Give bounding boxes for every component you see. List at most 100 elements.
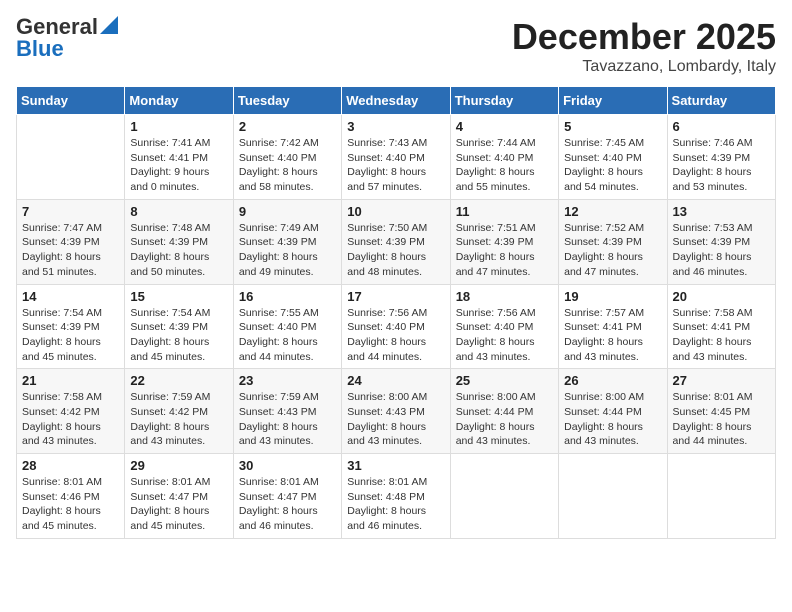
sunrise-text: Sunrise: 7:59 AM — [239, 391, 319, 403]
day-info: Sunrise: 7:50 AMSunset: 4:39 PMDaylight:… — [347, 221, 444, 280]
month-title: December 2025 — [512, 16, 776, 58]
weekday-header-sunday: Sunday — [17, 87, 125, 115]
sunrise-text: Sunrise: 8:01 AM — [130, 476, 210, 488]
calendar-cell: 21Sunrise: 7:58 AMSunset: 4:42 PMDayligh… — [17, 369, 125, 454]
sunset-text: Sunset: 4:39 PM — [130, 236, 208, 248]
sunset-text: Sunset: 4:42 PM — [22, 406, 100, 418]
weekday-header-thursday: Thursday — [450, 87, 558, 115]
daylight-hours-text: Daylight: 8 hours — [564, 421, 643, 433]
daylight-minutes-text: and 43 minutes. — [347, 435, 422, 447]
day-number: 3 — [347, 119, 444, 134]
day-info: Sunrise: 7:41 AMSunset: 4:41 PMDaylight:… — [130, 136, 227, 195]
day-info: Sunrise: 7:45 AMSunset: 4:40 PMDaylight:… — [564, 136, 661, 195]
sunset-text: Sunset: 4:39 PM — [130, 321, 208, 333]
location-title: Tavazzano, Lombardy, Italy — [512, 58, 776, 76]
daylight-hours-text: Daylight: 8 hours — [239, 166, 318, 178]
day-number: 2 — [239, 119, 336, 134]
sunset-text: Sunset: 4:44 PM — [564, 406, 642, 418]
sunrise-text: Sunrise: 7:58 AM — [22, 391, 102, 403]
sunset-text: Sunset: 4:42 PM — [130, 406, 208, 418]
day-number: 17 — [347, 289, 444, 304]
day-info: Sunrise: 8:01 AMSunset: 4:47 PMDaylight:… — [239, 475, 336, 534]
sunrise-text: Sunrise: 7:46 AM — [673, 137, 753, 149]
day-info: Sunrise: 7:53 AMSunset: 4:39 PMDaylight:… — [673, 221, 770, 280]
logo-general: General — [16, 16, 98, 38]
daylight-minutes-text: and 0 minutes. — [130, 181, 199, 193]
day-number: 5 — [564, 119, 661, 134]
sunset-text: Sunset: 4:43 PM — [239, 406, 317, 418]
sunrise-text: Sunrise: 7:56 AM — [456, 307, 536, 319]
daylight-hours-text: Daylight: 8 hours — [673, 421, 752, 433]
calendar-cell: 30Sunrise: 8:01 AMSunset: 4:47 PMDayligh… — [233, 454, 341, 539]
day-number: 19 — [564, 289, 661, 304]
calendar-cell: 5 Sunrise: 7:45 AMSunset: 4:40 PMDaylight… — [559, 115, 667, 200]
daylight-hours-text: Daylight: 8 hours — [456, 251, 535, 263]
daylight-hours-text: Daylight: 8 hours — [673, 166, 752, 178]
daylight-hours-text: Daylight: 8 hours — [239, 251, 318, 263]
daylight-minutes-text: and 55 minutes. — [456, 181, 531, 193]
sunrise-text: Sunrise: 7:45 AM — [564, 137, 644, 149]
day-number: 28 — [22, 458, 119, 473]
logo-icon — [100, 16, 118, 34]
calendar-cell — [667, 454, 775, 539]
sunrise-text: Sunrise: 7:43 AM — [347, 137, 427, 149]
day-info: Sunrise: 7:47 AMSunset: 4:39 PMDaylight:… — [22, 221, 119, 280]
page-header: General Blue December 2025 Tavazzano, Lo… — [16, 16, 776, 76]
daylight-minutes-text: and 43 minutes. — [673, 351, 748, 363]
day-number: 27 — [673, 373, 770, 388]
sunset-text: Sunset: 4:41 PM — [130, 152, 208, 164]
day-number: 10 — [347, 204, 444, 219]
sunset-text: Sunset: 4:40 PM — [456, 152, 534, 164]
calendar-table: SundayMondayTuesdayWednesdayThursdayFrid… — [16, 86, 776, 539]
daylight-hours-text: Daylight: 8 hours — [22, 336, 101, 348]
weekday-header-monday: Monday — [125, 87, 233, 115]
logo-blue: Blue — [16, 38, 64, 60]
sunrise-text: Sunrise: 7:57 AM — [564, 307, 644, 319]
day-info: Sunrise: 7:51 AMSunset: 4:39 PMDaylight:… — [456, 221, 553, 280]
daylight-hours-text: Daylight: 8 hours — [22, 251, 101, 263]
sunset-text: Sunset: 4:47 PM — [130, 491, 208, 503]
daylight-hours-text: Daylight: 8 hours — [456, 336, 535, 348]
daylight-minutes-text: and 48 minutes. — [347, 266, 422, 278]
day-number: 13 — [673, 204, 770, 219]
calendar-cell: 26 Sunrise: 8:00 AMSunset: 4:44 PMDayligh… — [559, 369, 667, 454]
daylight-minutes-text: and 47 minutes. — [564, 266, 639, 278]
calendar-week-row: 14Sunrise: 7:54 AMSunset: 4:39 PMDayligh… — [17, 284, 776, 369]
day-number: 7 — [22, 204, 119, 219]
daylight-hours-text: Daylight: 8 hours — [130, 421, 209, 433]
day-number: 26 — [564, 373, 661, 388]
calendar-cell: 28Sunrise: 8:01 AMSunset: 4:46 PMDayligh… — [17, 454, 125, 539]
calendar-cell: 19Sunrise: 7:57 AMSunset: 4:41 PMDayligh… — [559, 284, 667, 369]
day-number: 12 — [564, 204, 661, 219]
daylight-hours-text: Daylight: 8 hours — [673, 251, 752, 263]
day-info: Sunrise: 8:00 AMSunset: 4:44 PMDaylight:… — [456, 390, 553, 449]
day-number: 20 — [673, 289, 770, 304]
sunset-text: Sunset: 4:40 PM — [347, 152, 425, 164]
daylight-hours-text: Daylight: 8 hours — [22, 421, 101, 433]
daylight-hours-text: Daylight: 8 hours — [564, 166, 643, 178]
daylight-hours-text: Daylight: 8 hours — [564, 336, 643, 348]
day-info: Sunrise: 7:59 AMSunset: 4:42 PMDaylight:… — [130, 390, 227, 449]
calendar-cell: 24Sunrise: 8:00 AMSunset: 4:43 PMDayligh… — [342, 369, 450, 454]
daylight-minutes-text: and 43 minutes. — [564, 351, 639, 363]
sunrise-text: Sunrise: 7:54 AM — [22, 307, 102, 319]
sunrise-text: Sunrise: 7:42 AM — [239, 137, 319, 149]
calendar-cell — [559, 454, 667, 539]
daylight-hours-text: Daylight: 8 hours — [347, 421, 426, 433]
daylight-minutes-text: and 53 minutes. — [673, 181, 748, 193]
day-info: Sunrise: 8:00 AMSunset: 4:43 PMDaylight:… — [347, 390, 444, 449]
day-info: Sunrise: 8:00 AMSunset: 4:44 PMDaylight:… — [564, 390, 661, 449]
calendar-cell: 3Sunrise: 7:43 AMSunset: 4:40 PMDaylight… — [342, 115, 450, 200]
sunrise-text: Sunrise: 7:50 AM — [347, 222, 427, 234]
calendar-cell: 15Sunrise: 7:54 AMSunset: 4:39 PMDayligh… — [125, 284, 233, 369]
daylight-hours-text: Daylight: 8 hours — [347, 251, 426, 263]
weekday-header-saturday: Saturday — [667, 87, 775, 115]
daylight-minutes-text: and 45 minutes. — [22, 520, 97, 532]
sunset-text: Sunset: 4:39 PM — [22, 236, 100, 248]
sunset-text: Sunset: 4:44 PM — [456, 406, 534, 418]
daylight-minutes-text: and 44 minutes. — [347, 351, 422, 363]
day-info: Sunrise: 7:48 AMSunset: 4:39 PMDaylight:… — [130, 221, 227, 280]
daylight-minutes-text: and 46 minutes. — [239, 520, 314, 532]
sunrise-text: Sunrise: 7:44 AM — [456, 137, 536, 149]
calendar-cell: 4Sunrise: 7:44 AMSunset: 4:40 PMDaylight… — [450, 115, 558, 200]
